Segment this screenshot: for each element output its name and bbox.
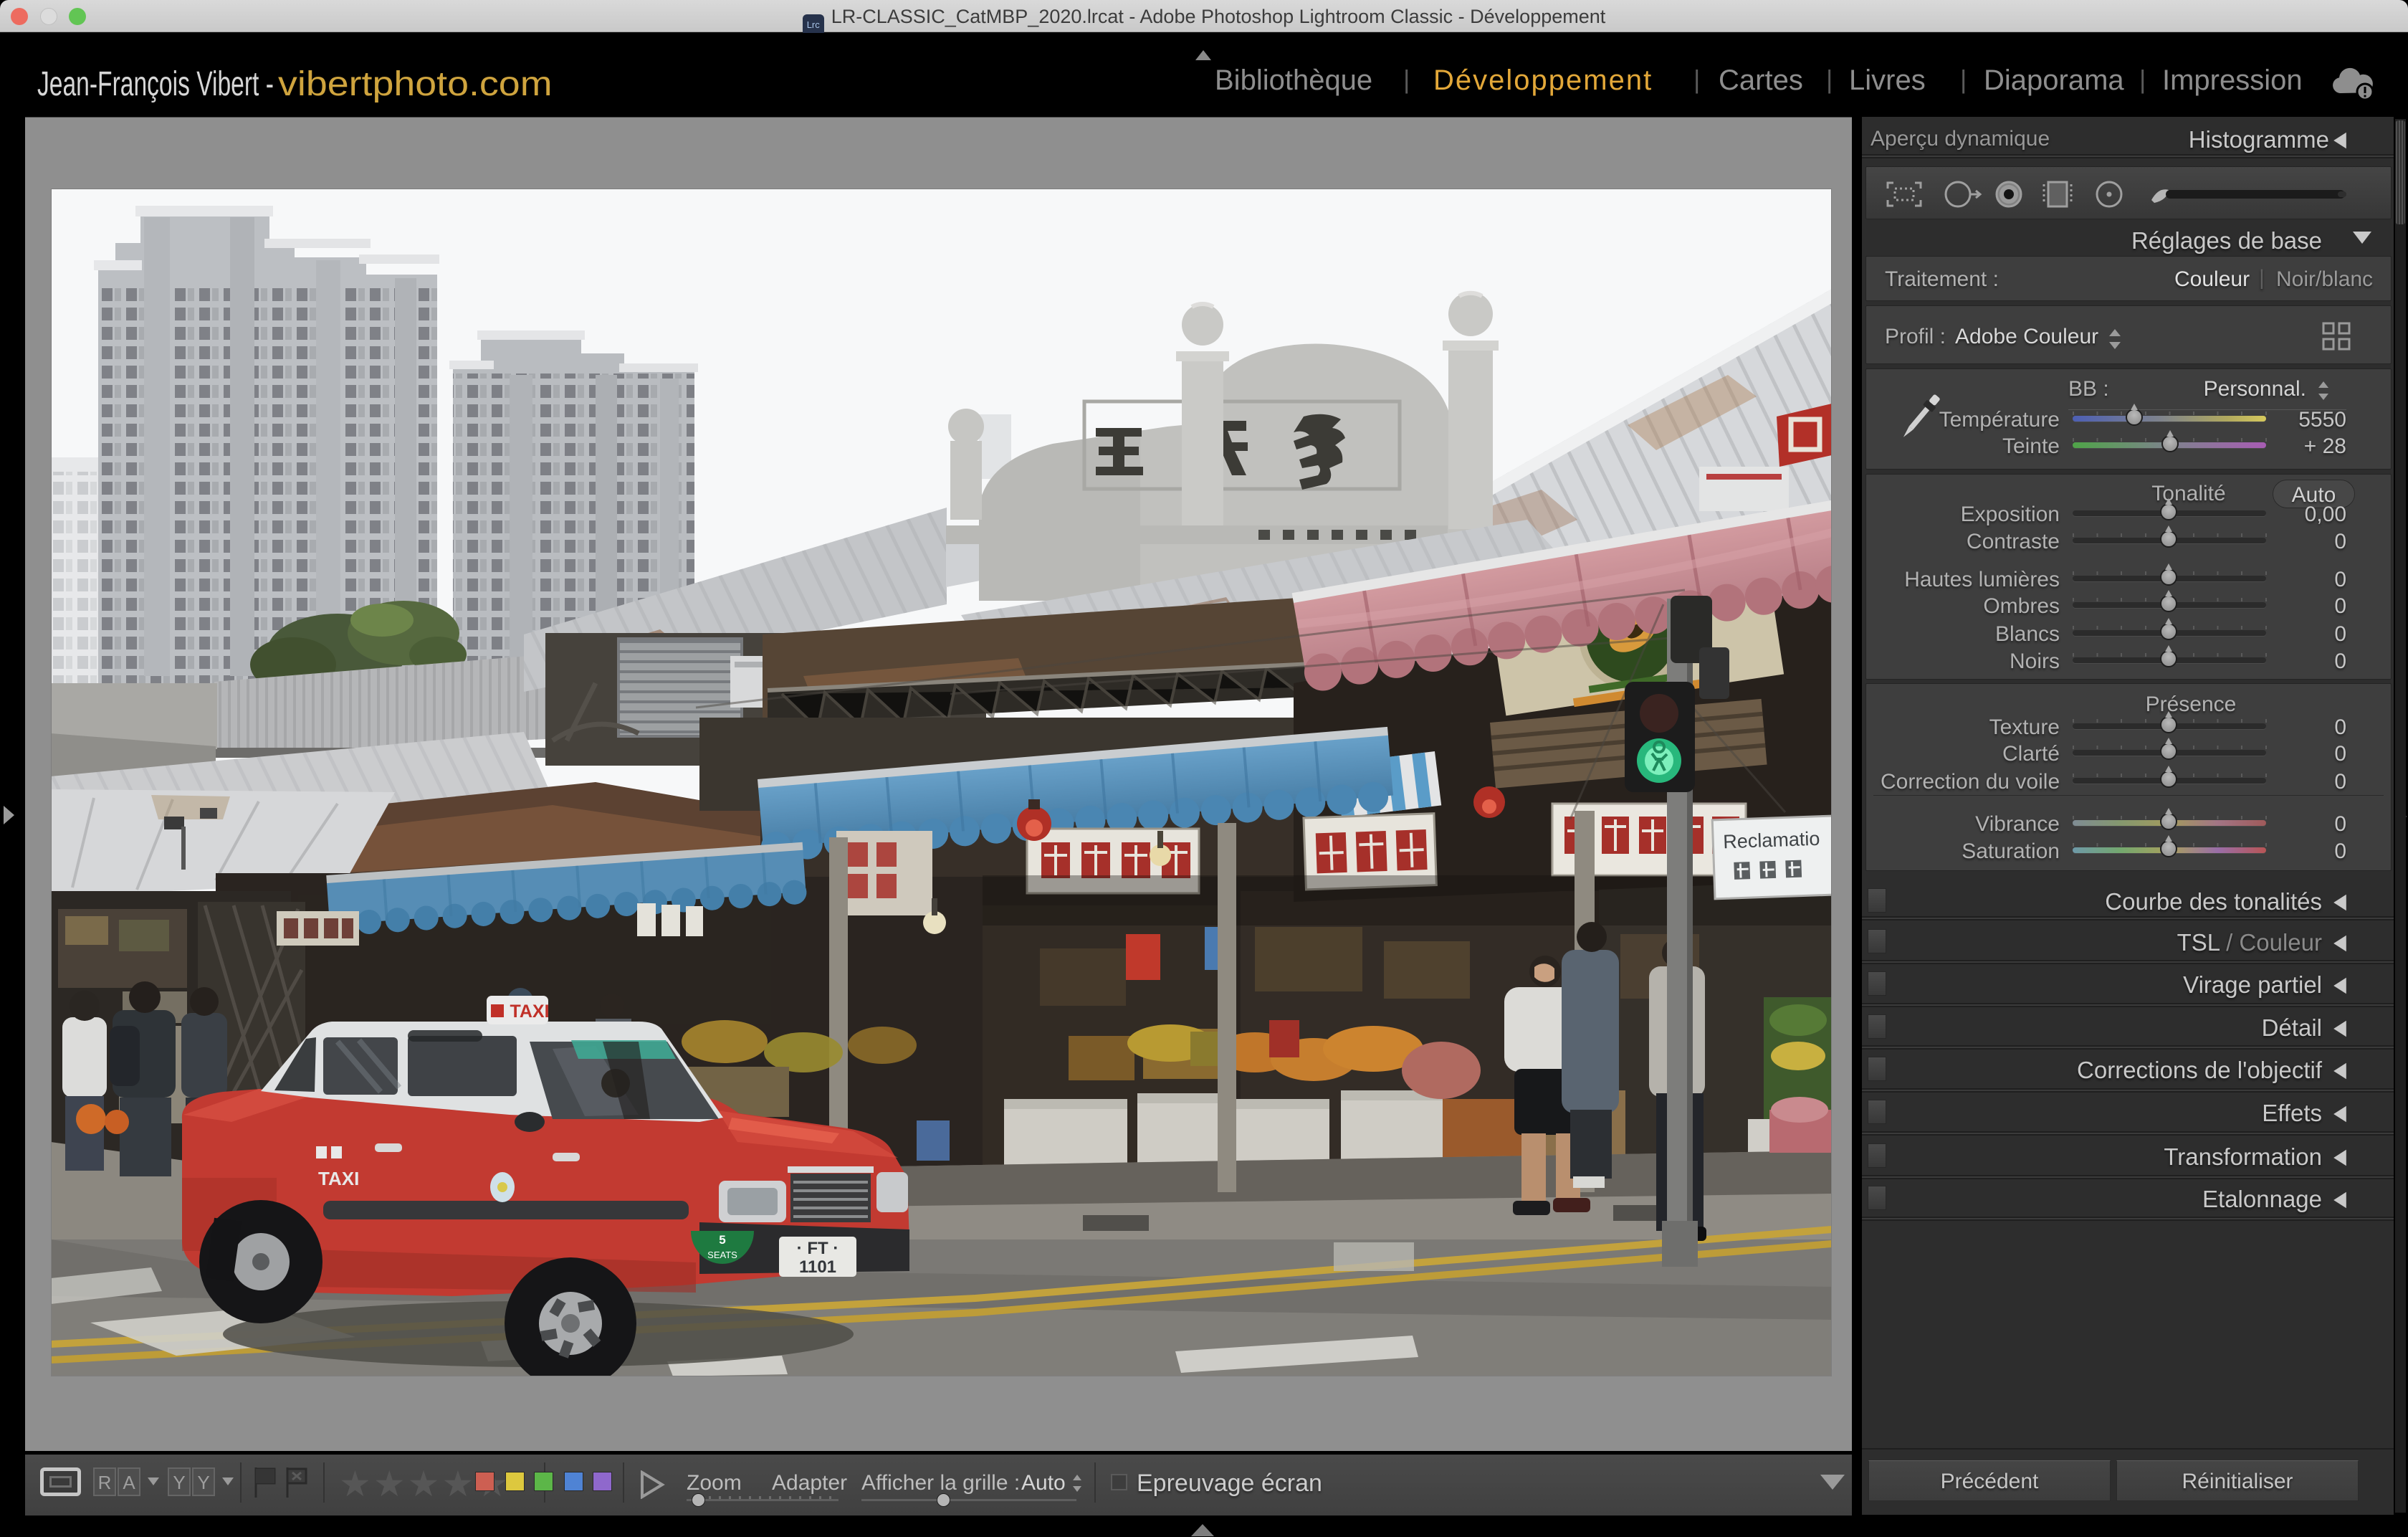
svg-text:· FT ·: · FT · <box>797 1239 839 1258</box>
svg-text:TAXI: TAXI <box>510 1001 549 1022</box>
svg-text:SEATS: SEATS <box>707 1250 737 1260</box>
svg-text:TAXI: TAXI <box>318 1168 359 1189</box>
svg-text:5: 5 <box>719 1233 725 1247</box>
svg-text:1101: 1101 <box>799 1257 836 1277</box>
svg-text:Reclamatio: Reclamatio <box>1723 828 1820 853</box>
